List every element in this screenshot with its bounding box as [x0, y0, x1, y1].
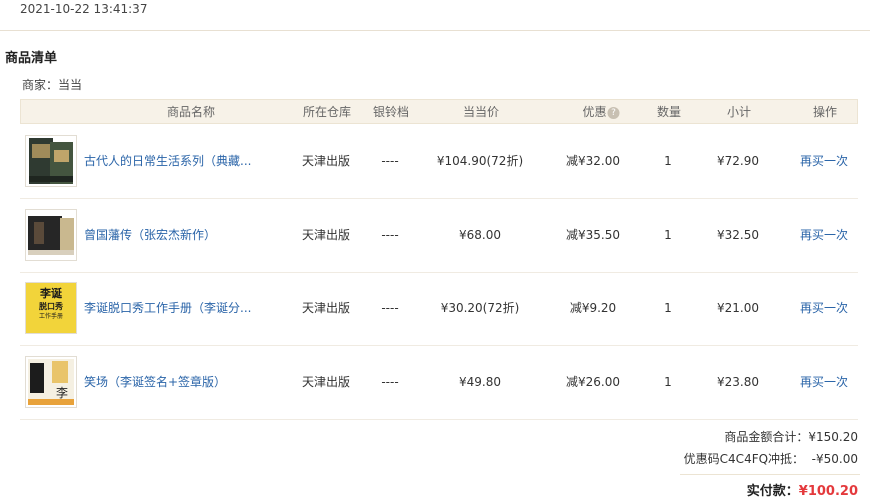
info-icon[interactable]: ? — [607, 106, 620, 119]
silver-bell-cell: ---- — [381, 301, 399, 315]
goods-total: 商品金额合计：¥150.20 — [724, 430, 858, 444]
warehouse-cell: 天津出版 — [301, 301, 351, 315]
subtotal-cell: ¥72.90 — [717, 154, 759, 168]
warehouse-cell: 天津出版 — [301, 154, 351, 168]
coupon-deduction: 优惠码C4C4FQ冲抵： -¥50.00 — [683, 452, 858, 466]
product-name-link[interactable]: 曾国藩传（张宏杰新作） — [84, 199, 216, 272]
quantity-cell: 1 — [664, 301, 672, 315]
silver-bell-cell: ---- — [381, 154, 399, 168]
header-discount-label: 优惠 — [582, 105, 607, 119]
book-cover-icon[interactable]: 李 — [25, 356, 77, 408]
book-cover-icon[interactable] — [25, 209, 77, 261]
table-row: 李 笑场（李诞签名+签章版） 天津出版 ---- ¥49.80 减¥26.00 … — [20, 346, 858, 420]
book-cover-icon[interactable] — [25, 135, 77, 187]
silver-bell-cell: ---- — [381, 375, 399, 389]
divider — [680, 474, 860, 475]
product-name-link[interactable]: 李诞脱口秀工作手册（李诞分... — [84, 272, 251, 345]
rebuy-link[interactable]: 再买一次 — [800, 125, 848, 198]
rebuy-link[interactable]: 再买一次 — [800, 346, 848, 419]
header-discount: 优惠? — [582, 100, 620, 124]
product-name-link[interactable]: 古代人的日常生活系列（典藏... — [84, 125, 251, 198]
cover-title-line: 李诞 — [40, 287, 62, 300]
divider — [0, 30, 870, 31]
quantity-cell: 1 — [664, 154, 672, 168]
subtotal-cell: ¥21.00 — [717, 301, 759, 315]
rebuy-link[interactable]: 再买一次 — [800, 199, 848, 272]
table-row: 古代人的日常生活系列（典藏... 天津出版 ---- ¥104.90(72折) … — [20, 125, 858, 199]
price-cell: ¥49.80 — [459, 375, 501, 389]
table-row: 曾国藩传（张宏杰新作） 天津出版 ---- ¥68.00 减¥35.50 1 ¥… — [20, 199, 858, 273]
header-action: 操作 — [812, 105, 838, 119]
subtotal-cell: ¥32.50 — [717, 228, 759, 242]
price-cell: ¥68.00 — [459, 228, 501, 242]
cover-title-line: 脱口秀 — [39, 302, 63, 311]
header-subtotal: 小计 — [726, 105, 752, 119]
discount-cell: 减¥9.20 — [569, 301, 617, 315]
header-quantity: 数量 — [656, 105, 682, 119]
rebuy-link[interactable]: 再买一次 — [800, 272, 848, 345]
paid-label: 实付款： — [746, 484, 799, 499]
discount-cell: 减¥26.00 — [566, 375, 620, 389]
price-cell: ¥104.90(72折) — [436, 154, 524, 168]
discount-cell: 减¥32.00 — [566, 154, 620, 168]
merchant-label: 商家：当当 — [22, 78, 83, 92]
book-cover-icon[interactable]: 李诞 脱口秀 工作手册 — [25, 282, 77, 334]
paid-amount: ¥100.20 — [798, 484, 858, 499]
header-dangdang-price: 当当价 — [462, 105, 500, 119]
product-name-link[interactable]: 笑场（李诞签名+签章版） — [84, 346, 226, 419]
silver-bell-cell: ---- — [381, 228, 399, 242]
quantity-cell: 1 — [664, 375, 672, 389]
table-row: 李诞 脱口秀 工作手册 李诞脱口秀工作手册（李诞分... 天津出版 ---- ¥… — [20, 272, 858, 346]
section-title: 商品清单 — [5, 51, 58, 66]
warehouse-cell: 天津出版 — [301, 375, 351, 389]
discount-cell: 减¥35.50 — [566, 228, 620, 242]
subtotal-cell: ¥23.80 — [717, 375, 759, 389]
header-silver-bell: 银铃档 — [372, 105, 410, 119]
cover-title-line: 工作手册 — [38, 313, 63, 320]
header-product-name: 商品名称 — [166, 105, 216, 119]
header-warehouse: 所在仓库 — [302, 105, 352, 119]
warehouse-cell: 天津出版 — [301, 228, 351, 242]
order-timestamp: 2021-10-22 13:41:37 — [20, 2, 148, 16]
price-cell: ¥30.20(72折) — [440, 301, 520, 315]
quantity-cell: 1 — [664, 228, 672, 242]
svg-text:李: 李 — [56, 385, 68, 400]
paid-total: 实付款：¥100.20 — [747, 480, 858, 499]
table-header: 商品名称 所在仓库 银铃档 当当价 优惠? 数量 小计 操作 — [20, 99, 858, 124]
